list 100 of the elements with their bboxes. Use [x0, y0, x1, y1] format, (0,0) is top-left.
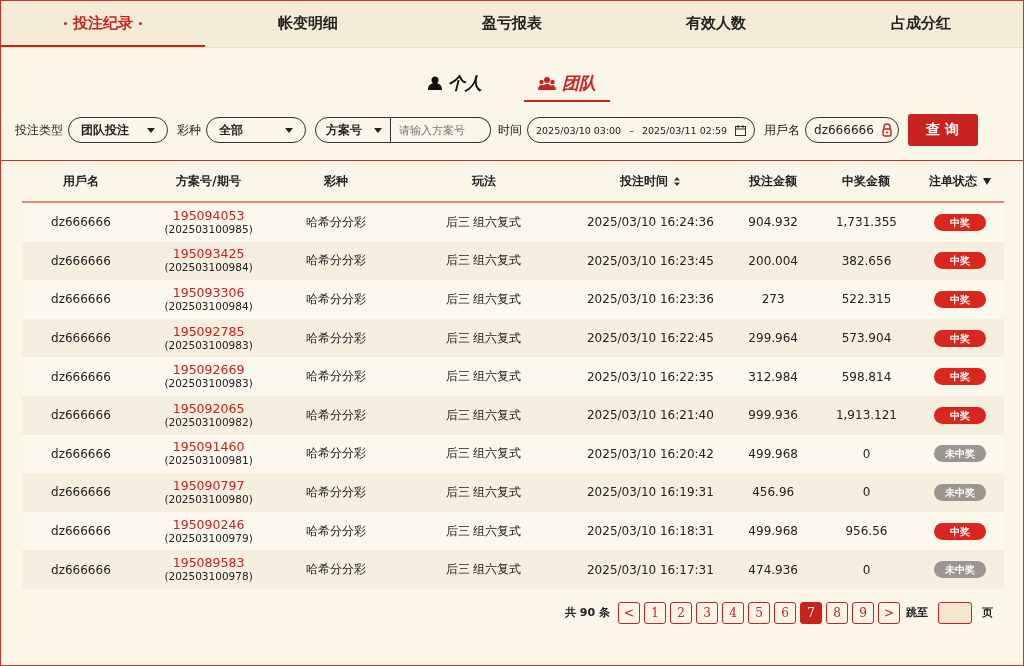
plan-number-link[interactable]: 195093425 — [172, 247, 245, 262]
table-cell: 2025/03/10 16:24:36 — [587, 215, 714, 230]
issue-number: (202503100983) — [164, 377, 253, 391]
table-cell: 2025/03/10 16:20:42 — [587, 446, 714, 461]
next-page-button[interactable]: > — [878, 601, 900, 624]
plan-number-link[interactable]: 195090797 — [172, 478, 245, 493]
table-cell: 456.96 — [752, 485, 795, 500]
issue-number: (202503100982) — [164, 415, 253, 429]
jump-label: 跳至 — [906, 605, 928, 621]
page-button[interactable]: 7 — [800, 601, 822, 624]
people-icon — [538, 76, 556, 90]
page-button[interactable]: 1 — [644, 601, 666, 624]
page-button[interactable]: 2 — [670, 601, 692, 624]
plan-number-link[interactable]: 195092065 — [172, 401, 245, 416]
plan-number-link[interactable]: 195091460 — [172, 440, 245, 455]
page-button[interactable]: 5 — [748, 601, 770, 624]
column-header[interactable]: 投注时间 — [620, 172, 669, 190]
issue-number: (202503100984) — [164, 300, 253, 313]
plan-number-link[interactable]: 195093306 — [172, 286, 245, 300]
table-cell: 956.56 — [845, 524, 888, 539]
column-header[interactable]: 注单状态 — [928, 172, 977, 190]
status-badge: 中奖 — [933, 252, 986, 270]
table-cell: 哈希分分彩 — [306, 523, 367, 538]
status-badge: 中奖 — [933, 406, 986, 424]
table-cell: 后三 组六复式 — [445, 484, 522, 499]
status-badge: 未中奖 — [933, 483, 986, 501]
table-cell: dz666666 — [51, 369, 111, 384]
table-cell: 哈希分分彩 — [306, 369, 367, 384]
table-cell: dz666666 — [51, 331, 111, 346]
table-cell: 后三 组六复式 — [445, 330, 522, 345]
tab[interactable]: 帐变明细 — [205, 1, 410, 47]
scope-tab[interactable]: 个人 — [414, 72, 496, 102]
page-unit-label: 页 — [982, 605, 993, 621]
page-button[interactable]: 6 — [774, 601, 796, 624]
person-icon — [428, 76, 442, 90]
status-badge: 中奖 — [933, 329, 986, 347]
table-cell: 1,731.355 — [835, 215, 897, 230]
page-button[interactable]: 4 — [722, 601, 744, 624]
lottery-dropdown[interactable]: 全部 — [206, 117, 306, 143]
tab[interactable]: 有效人数 — [614, 1, 819, 47]
table-cell: dz666666 — [51, 562, 111, 577]
filter-label: 时间 — [498, 122, 522, 138]
caret-icon — [147, 127, 155, 133]
table-cell: 299.964 — [748, 331, 798, 346]
column-header: 投注金额 — [749, 172, 798, 190]
page-button[interactable]: 9 — [852, 601, 874, 624]
column-header: 彩种 — [324, 172, 349, 190]
table-cell: 2025/03/10 16:23:36 — [587, 292, 714, 307]
plan-type-dropdown[interactable]: 方案号 — [315, 117, 391, 143]
plan-number-link[interactable]: 195090246 — [172, 517, 245, 532]
table-cell: 2025/03/10 16:21:40 — [587, 408, 714, 423]
table-cell: 2025/03/10 16:22:35 — [587, 369, 714, 384]
table-cell: 0 — [862, 562, 871, 577]
table-cell: 后三 组六复式 — [445, 369, 522, 384]
table-cell: 522.315 — [841, 292, 892, 307]
table-cell: 后三 组六复式 — [445, 523, 522, 538]
filter-icon[interactable] — [982, 177, 991, 185]
sort-icon[interactable] — [674, 176, 681, 186]
plan-number-link[interactable]: 195092785 — [172, 324, 245, 339]
table-cell: 499.968 — [748, 446, 798, 461]
filter-label: 用戶名 — [764, 122, 801, 138]
issue-number: (202503100985) — [164, 222, 253, 236]
page-number-field[interactable] — [938, 601, 972, 624]
query-button[interactable]: 查 询 — [907, 114, 978, 146]
table-cell: 999.936 — [748, 408, 798, 423]
plan-number-link[interactable]: 195089583 — [172, 556, 245, 571]
table-cell: 哈希分分彩 — [306, 292, 367, 306]
table-cell: dz666666 — [51, 253, 111, 268]
plan-number-link[interactable]: 195092669 — [172, 363, 245, 378]
caret-icon — [374, 127, 382, 133]
table-cell: dz666666 — [51, 524, 111, 539]
bet-type-dropdown[interactable]: 团队投注 — [68, 117, 168, 143]
table-cell: 哈希分分彩 — [306, 562, 367, 577]
table-cell: 0 — [862, 485, 871, 500]
table-cell: 后三 组六复式 — [445, 253, 522, 268]
page-button[interactable]: 8 — [826, 601, 848, 624]
table-cell: 0 — [862, 446, 871, 461]
previous-page-button[interactable]: < — [618, 601, 640, 624]
column-header: 玩法 — [471, 172, 496, 190]
table-cell: 哈希分分彩 — [306, 484, 367, 499]
status-badge: 中奖 — [933, 291, 986, 308]
table-cell: 哈希分分彩 — [306, 330, 367, 345]
caret-icon — [285, 127, 293, 133]
plan-number-field[interactable]: 请输入方案号 — [391, 117, 491, 143]
table-cell: 1,913.121 — [835, 408, 897, 423]
plan-number-link[interactable]: 195094053 — [172, 208, 245, 223]
table-cell: 200.004 — [748, 253, 798, 268]
table-cell: 后三 组六复式 — [445, 214, 522, 229]
issue-number: (202503100979) — [164, 531, 253, 545]
issue-number: (202503100978) — [164, 570, 253, 584]
status-badge: 中奖 — [933, 522, 986, 540]
table-cell: 2025/03/10 16:22:45 — [587, 331, 714, 346]
page-button[interactable]: 3 — [696, 601, 718, 624]
tab[interactable]: 占成分红 — [818, 1, 1024, 47]
table-cell: 哈希分分彩 — [306, 253, 367, 268]
table-cell: 573.904 — [841, 331, 892, 346]
tab[interactable]: 盈亏报表 — [409, 1, 615, 47]
scope-tab[interactable]: 团队 — [524, 72, 610, 102]
tab[interactable]: 投注纪录 — [1, 1, 206, 47]
table-cell: 哈希分分彩 — [306, 446, 367, 461]
